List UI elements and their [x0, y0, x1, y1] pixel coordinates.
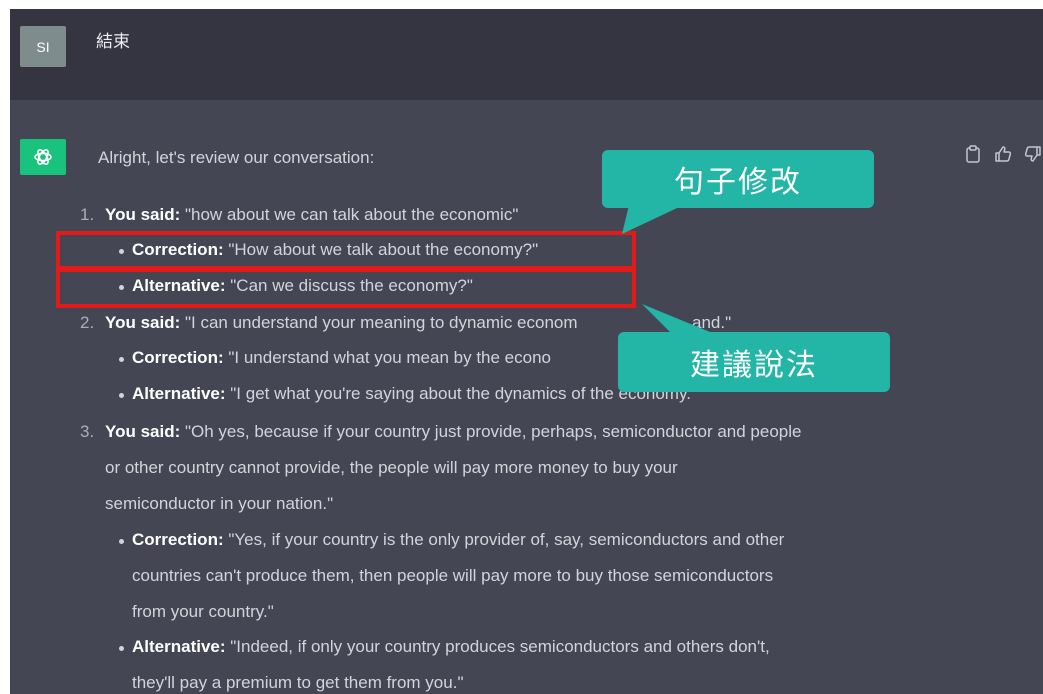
user-message-text: 結束	[96, 32, 130, 51]
assistant-message-row: Alright, let's review our conversation: …	[10, 100, 1043, 694]
callout-sentence-fix: 句子修改	[602, 150, 874, 208]
user-message-row: SI 結束	[10, 9, 1043, 100]
callout-suggestion: 建議說法	[618, 332, 890, 392]
chat-frame: SI 結束 Alright, let's review our conversa…	[10, 9, 1043, 694]
callout-pointer-suggestion	[642, 304, 710, 332]
user-avatar: SI	[20, 26, 66, 67]
callout-pointers	[622, 201, 710, 332]
